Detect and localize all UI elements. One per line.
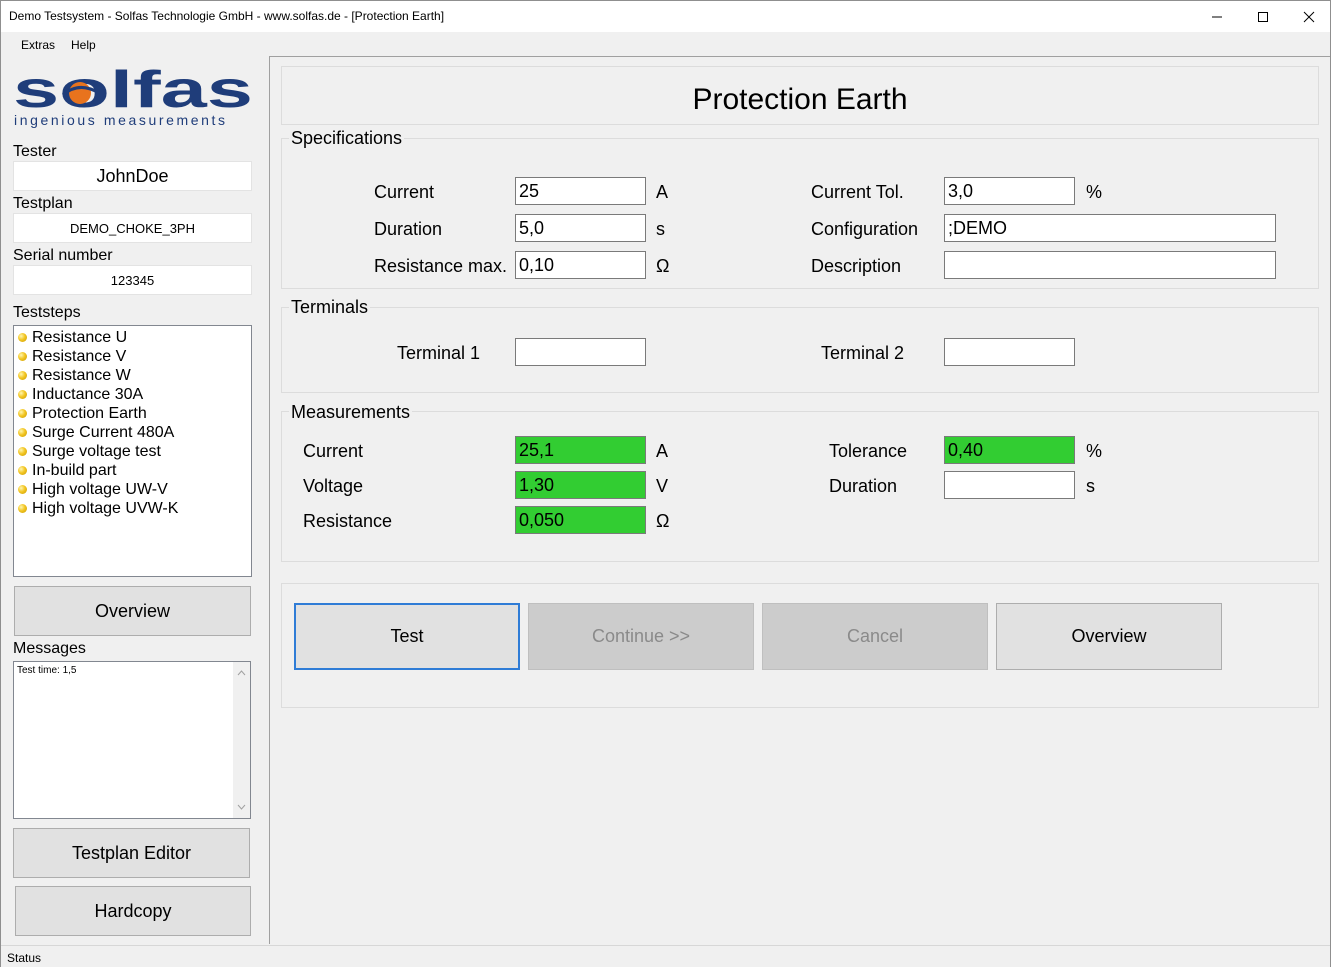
terminal1-input[interactable] [515,338,646,366]
list-item[interactable]: Resistance U [18,328,247,347]
meas-tolerance-unit: % [1086,441,1103,461]
list-item[interactable]: High voltage UW-V [18,480,247,499]
messages-scrollbar[interactable] [233,662,250,818]
maximize-icon [1258,11,1268,22]
testplan-label: Testplan [13,195,73,212]
menu-bar: Extras Help [1,32,1330,56]
specifications-title: Specifications [289,128,405,149]
minimize-icon [1212,16,1222,17]
tester-label: Tester [13,143,57,160]
status-dot-icon [18,409,27,418]
spec-current-tol-label: Current Tol. [811,182,904,202]
meas-resistance-unit: Ω [656,511,670,531]
measurements-title: Measurements [289,402,413,423]
meas-current-value: 25,1 [515,436,646,464]
status-dot-icon [18,333,27,342]
spec-configuration-label: Configuration [811,219,919,239]
spec-current-tol-input[interactable]: 3,0 [944,177,1075,205]
spec-current-unit: A [656,182,669,202]
continue-button[interactable]: Continue >> [528,603,754,670]
solfas-logo: solfas ingenious measurements [13,61,257,129]
hardcopy-button[interactable]: Hardcopy [15,886,251,936]
list-item[interactable]: In-build part [18,461,247,480]
status-dot-icon [18,485,27,494]
messages-box[interactable]: Test time: 1,5 [13,661,251,819]
scroll-arrows-icon [237,670,246,810]
meas-resistance-value: 0,050 [515,506,646,534]
list-item[interactable]: Inductance 30A [18,385,247,404]
close-icon [1303,11,1315,22]
close-button[interactable] [1286,1,1331,32]
measurements-group [281,411,1319,562]
spec-current-input[interactable]: 25 [515,177,646,205]
logo-tagline: ingenious measurements [14,112,228,128]
meas-duration-label: Duration [829,476,898,496]
status-dot-icon [18,466,27,475]
serial-number-field[interactable]: 123345 [13,265,252,295]
teststeps-list[interactable]: Resistance U Resistance V Resistance W I… [13,325,252,577]
meas-current-label: Current [303,441,364,461]
terminal1-label: Terminal 1 [397,343,481,363]
tester-field[interactable]: JohnDoe [13,161,252,191]
messages-label: Messages [13,640,86,657]
meas-voltage-label: Voltage [303,476,364,496]
test-button[interactable]: Test [294,603,520,670]
list-item[interactable]: Resistance V [18,347,247,366]
testplan-editor-button[interactable]: Testplan Editor [13,828,250,878]
cancel-button[interactable]: Cancel [762,603,988,670]
list-item[interactable]: Protection Earth [18,404,247,423]
spec-resistance-unit: Ω [656,256,670,276]
terminal2-label: Terminal 2 [821,343,905,363]
spec-duration-unit: s [656,219,665,239]
spec-resistance-label: Resistance max. [374,256,508,276]
menu-help[interactable]: Help [71,38,96,52]
status-dot-icon [18,390,27,399]
status-dot-icon [18,371,27,380]
status-text: Status [7,951,42,965]
meas-resistance-label: Resistance [303,511,393,531]
sidebar-overview-button[interactable]: Overview [14,586,251,636]
overview-button[interactable]: Overview [996,603,1222,670]
solfas-logo-graphic: solfas ingenious measurements [13,61,253,128]
spec-current-label: Current [374,182,435,202]
minimize-button[interactable] [1194,1,1240,32]
title-bar[interactable]: Demo Testsystem - Solfas Technologie Gmb… [1,1,1330,32]
spec-configuration-input[interactable]: ;DEMO [944,214,1276,242]
page-title: Protection Earth [692,83,908,116]
status-dot-icon [18,428,27,437]
terminals-title: Terminals [289,297,371,318]
spec-current-tol-unit: % [1086,182,1103,202]
status-dot-icon [18,504,27,513]
status-dot-icon [18,352,27,361]
list-item[interactable]: Resistance W [18,366,247,385]
meas-duration-value [944,471,1075,499]
list-item[interactable]: Surge voltage test [18,442,247,461]
meas-tolerance-value: 0,40 [944,436,1075,464]
status-bar: Status [1,945,1330,967]
menu-extras[interactable]: Extras [21,38,55,52]
serial-number-label: Serial number [13,247,113,264]
spec-description-input[interactable] [944,251,1276,279]
spec-duration-input[interactable]: 5,0 [515,214,646,242]
list-item[interactable]: Surge Current 480A [18,423,247,442]
meas-duration-unit: s [1086,476,1095,496]
meas-tolerance-label: Tolerance [829,441,908,461]
app-window: Demo Testsystem - Solfas Technologie Gmb… [0,0,1331,967]
list-item[interactable]: High voltage UVW-K [18,499,247,518]
message-text: Test time: 1,5 [17,665,77,676]
meas-voltage-value: 1,30 [515,471,646,499]
status-dot-icon [18,447,27,456]
meas-voltage-unit: V [656,476,669,496]
window-title: Demo Testsystem - Solfas Technologie Gmb… [9,9,445,23]
spec-duration-label: Duration [374,219,443,239]
spec-resistance-input[interactable]: 0,10 [515,251,646,279]
teststeps-label: Teststeps [13,304,81,321]
spec-description-label: Description [811,256,902,276]
testplan-field[interactable]: DEMO_CHOKE_3PH [13,213,252,243]
terminal2-input[interactable] [944,338,1075,366]
maximize-button[interactable] [1240,1,1286,32]
meas-current-unit: A [656,441,669,461]
